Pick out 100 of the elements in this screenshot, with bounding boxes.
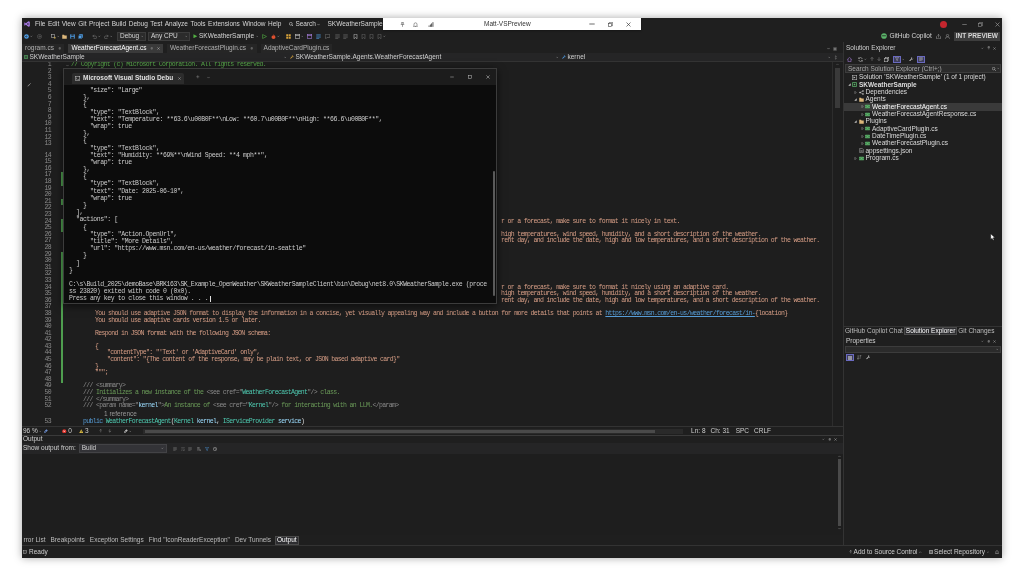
plus-icon[interactable] [196,75,200,79]
pin-icon[interactable] [986,339,990,344]
grid-icon[interactable] [285,33,291,39]
chevron-down-icon[interactable] [56,34,59,38]
screwdriver-icon[interactable] [27,83,31,88]
lines-icon[interactable] [172,446,177,451]
play-outline-icon[interactable] [262,33,268,39]
filter-icon[interactable] [204,446,209,451]
vertical-arrows-icon[interactable] [834,54,838,60]
stacked-squares-icon[interactable] [78,33,83,39]
wrench-icon [562,55,566,59]
close-icon[interactable] [834,438,837,441]
chevron-down-icon[interactable] [827,47,830,50]
lines-icon[interactable] [187,446,192,451]
pin-icon[interactable] [400,21,405,27]
wrench-icon[interactable] [909,56,914,62]
folder-icon[interactable] [62,33,67,39]
text-cursor [210,296,212,303]
avatar-icon[interactable] [940,20,947,28]
flame-icon[interactable] [271,33,277,39]
chevron-down-icon[interactable] [996,67,999,70]
restore-icon[interactable] [608,21,613,27]
share-icon[interactable] [935,33,941,39]
lines-icon[interactable] [335,33,341,39]
chevron-down-icon[interactable] [901,57,904,61]
chevron-down-icon[interactable] [98,34,101,38]
close-icon[interactable] [626,21,631,27]
arrow-down-icon[interactable] [108,429,112,433]
folder-icon [858,119,864,125]
toggle-button[interactable] [916,55,925,63]
chevron-down-icon[interactable] [206,75,210,79]
sync-icon[interactable] [858,56,863,62]
brush-icon[interactable] [123,429,128,433]
scrollbar-thumb[interactable] [145,429,656,433]
caret-right-icon[interactable] [854,156,857,160]
floppy-disk-icon[interactable] [70,33,75,39]
horizontal-scrollbar[interactable] [143,428,684,434]
close-icon[interactable] [993,46,996,50]
circle-arrow-right-icon[interactable] [36,33,42,39]
code-brackets-icon [858,155,864,161]
maximize-icon[interactable] [468,75,472,79]
chevron-up-icon[interactable] [837,455,841,458]
scrollbar-thumb[interactable] [835,68,840,108]
redo-icon[interactable] [103,33,109,39]
scrollbar-thumb[interactable] [837,459,841,526]
pin-icon[interactable] [827,437,831,442]
close-icon[interactable] [995,21,1000,27]
signal-bars-icon [428,21,434,27]
scrollbar-thumb[interactable] [492,171,495,296]
window-icon[interactable] [294,33,300,39]
minimize-icon[interactable] [962,21,967,27]
comment-icon[interactable] [325,33,331,39]
pages-icon[interactable] [883,56,889,62]
chevron-down-icon[interactable] [109,34,112,38]
search-icon[interactable] [991,66,996,71]
square-minus-icon [23,550,27,554]
window-icon[interactable] [307,33,313,39]
chevron-down-icon[interactable] [864,57,867,61]
pin-icon[interactable] [57,46,62,51]
caret-down-icon[interactable] [847,83,851,87]
chevron-down-icon[interactable] [300,34,304,38]
clock-icon[interactable] [212,446,217,451]
chevron-down-icon[interactable] [837,527,841,530]
terminal-icon [75,75,80,81]
chevron-down-icon[interactable] [277,34,280,38]
settings-icon[interactable] [833,46,837,51]
pin-icon[interactable] [250,46,254,51]
square-plus-icon[interactable] [50,33,56,39]
close-icon[interactable] [993,340,996,343]
home-icon[interactable] [847,56,852,62]
circle-arrow-left-icon[interactable] [24,33,29,39]
chevron-down-icon[interactable] [30,34,33,38]
lines-icon[interactable] [343,33,349,39]
caret-right-icon[interactable] [854,90,857,94]
sort-icon[interactable] [857,355,862,360]
minimize-icon[interactable] [450,75,454,79]
file-icon [858,148,864,154]
pin-icon[interactable] [986,46,990,50]
play-icon [193,33,198,39]
nodes-icon [858,89,864,95]
wrench-icon[interactable] [865,355,870,360]
bell-icon[interactable] [413,21,418,27]
app-logo-icon [24,21,30,27]
restore-icon[interactable] [978,21,983,27]
toggle-button[interactable] [892,55,901,63]
error-icon [62,428,67,434]
lines-icon[interactable] [316,33,322,39]
person-icon[interactable] [944,33,950,39]
square-icon [852,82,857,88]
wrap-icon[interactable] [180,446,185,451]
toggle-button[interactable] [846,354,854,361]
square-icon [928,550,933,554]
square-play-icon [852,75,857,81]
undo-icon[interactable] [92,33,97,39]
grid-icon [848,355,852,360]
minimize-icon[interactable] [589,21,595,27]
brush-icon[interactable] [44,429,49,433]
search-icon [289,21,294,27]
clear-icon[interactable] [196,446,201,451]
vertical-scrollbar[interactable] [832,62,842,426]
